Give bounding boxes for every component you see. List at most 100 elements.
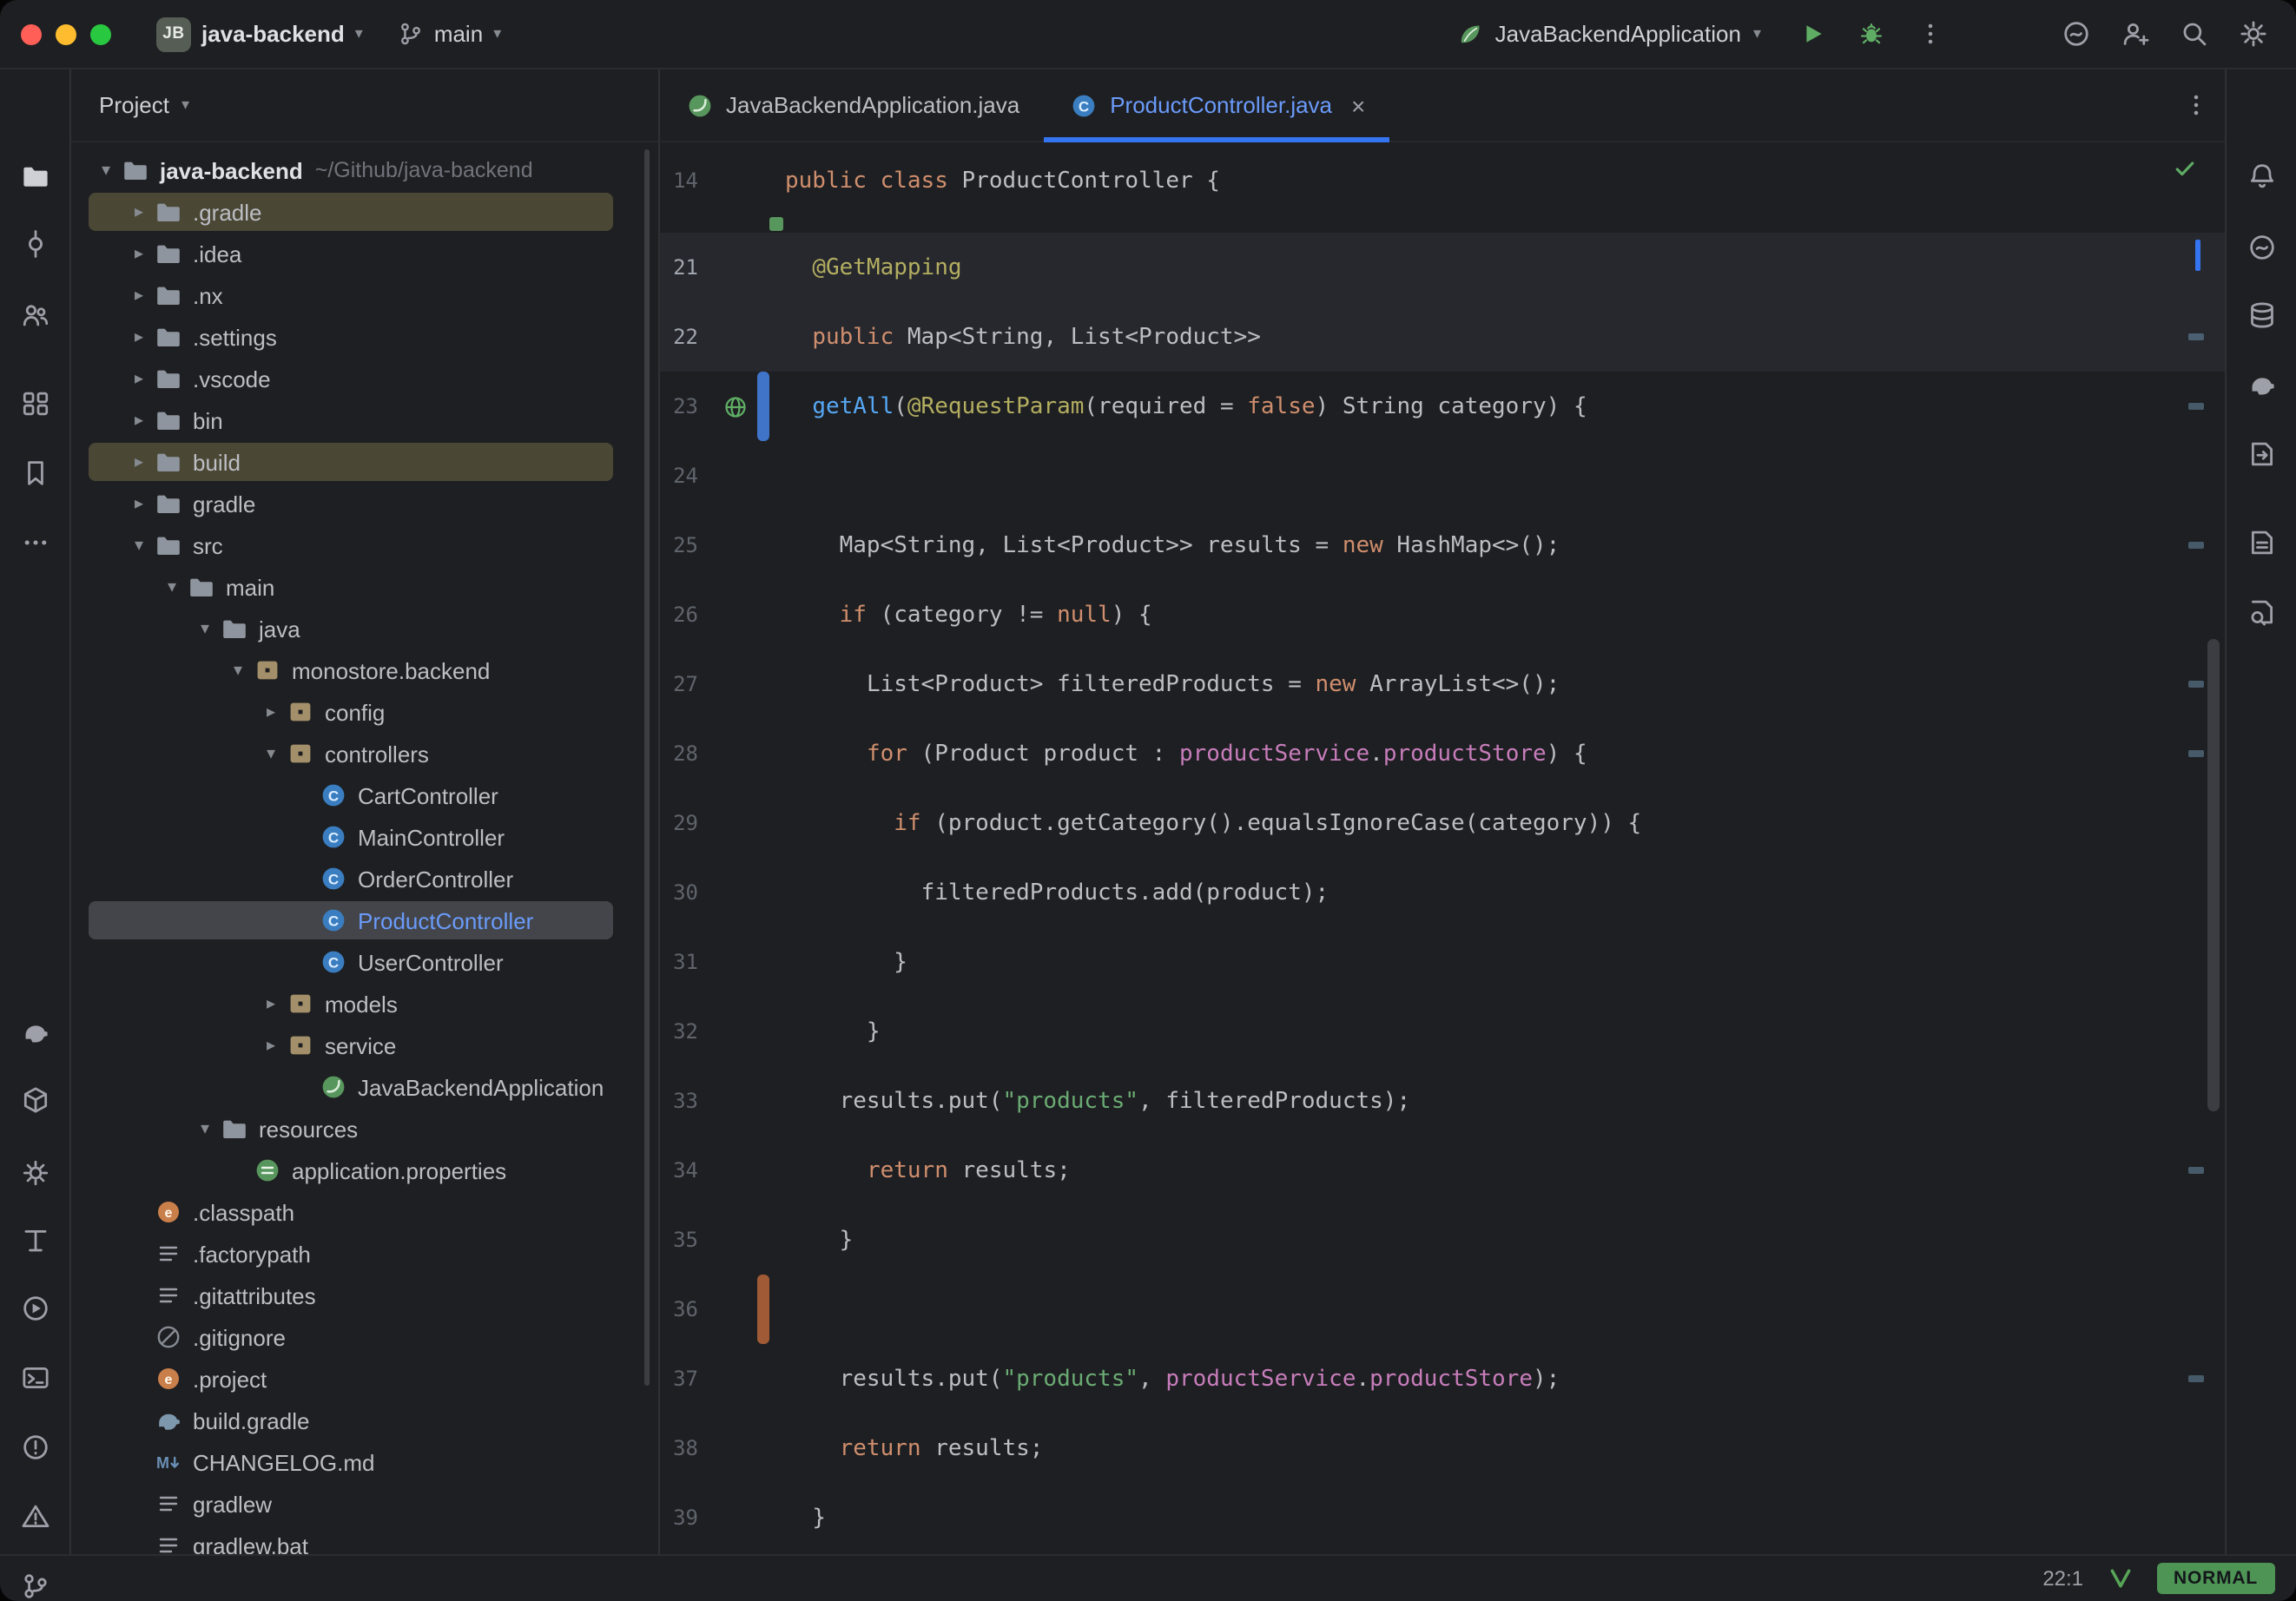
stripe-change-mark[interactable] [2188,403,2204,410]
tree-item-service[interactable]: ▸service [71,1025,658,1066]
tree-item-src[interactable]: ▾src [71,524,658,566]
stripe-change-mark[interactable] [2188,681,2204,688]
chevron-expanded-icon[interactable]: ▾ [191,1119,219,1138]
chevron-collapsed-icon[interactable]: ▸ [125,411,153,430]
tree-item-build[interactable]: ▸build [71,441,658,483]
tree-item-config[interactable]: ▸config [71,691,658,733]
commit-tool-button[interactable] [10,219,59,267]
project-scrollbar[interactable] [644,149,650,1386]
branch-widget[interactable]: main ▾ [398,21,501,47]
tab-productcontroller-java[interactable]: C ProductController.java × [1044,69,1389,141]
chevron-expanded-icon[interactable]: ▾ [92,161,120,180]
tree-item-application-properties[interactable]: application.properties [71,1150,658,1191]
bookmarks-tool-button[interactable] [10,448,59,497]
chevron-collapsed-icon[interactable]: ▸ [257,1036,285,1055]
code-line-30[interactable]: 30 filteredProducts.add(product); [660,858,2225,927]
caret-position[interactable]: 22:1 [2042,1566,2083,1591]
chevron-collapsed-icon[interactable]: ▸ [257,994,285,1013]
tree-item-main[interactable]: ▾main [71,566,658,608]
settings-button[interactable] [2230,11,2275,56]
code-line-34[interactable]: 34 return results; [660,1136,2225,1205]
tree-item-changelog-md[interactable]: MCHANGELOG.md [71,1441,658,1483]
tree-item--idea[interactable]: ▸.idea [71,233,658,274]
notifications-tool-button[interactable] [2237,151,2286,200]
code-line-33[interactable]: 33 results.put("products", filteredProdu… [660,1066,2225,1136]
debug-button[interactable] [1848,11,1893,56]
chevron-expanded-icon[interactable]: ▾ [191,619,219,638]
pull-requests-tool-button[interactable] [10,290,59,339]
tree-item--gitattributes[interactable]: .gitattributes [71,1275,658,1316]
tree-item--classpath[interactable]: e.classpath [71,1191,658,1233]
tree-item--nx[interactable]: ▸.nx [71,274,658,316]
more-tools-button[interactable] [10,517,59,566]
editor[interactable]: 14public class ProductController {21 @Ge… [660,142,2225,1554]
tree-item-java[interactable]: ▾java [71,608,658,649]
tree-item-javabackendapplication[interactable]: JavaBackendApplication [71,1066,658,1108]
tab-options-button[interactable] [2166,69,2225,141]
code-line-29[interactable]: 29 if (product.getCategory().equalsIgnor… [660,788,2225,858]
code-line-39[interactable]: 39 } [660,1483,2225,1552]
ai-assistant-tool-button[interactable] [2237,222,2286,271]
code-with-me-button[interactable] [2112,11,2157,56]
structure-tool-button[interactable] [10,379,59,427]
code-line-36[interactable]: 36 [660,1275,2225,1344]
stripe-change-mark[interactable] [2188,333,2204,340]
documentation-tool-button[interactable] [2237,517,2286,566]
tree-item-productcontroller[interactable]: CProductController [71,899,658,941]
code-line-32[interactable]: 32 } [660,997,2225,1066]
terminal-tool-button[interactable] [10,1353,59,1401]
chevron-collapsed-icon[interactable]: ▸ [257,702,285,721]
tree-item-bin[interactable]: ▸bin [71,399,658,441]
code-line-14[interactable]: 14public class ProductController { [660,146,2225,215]
endpoint-gutter-icon[interactable] [712,393,757,419]
code-line-31[interactable]: 31 } [660,927,2225,997]
tree-item--vscode[interactable]: ▸.vscode [71,358,658,399]
stripe-change-mark[interactable] [2188,1167,2204,1174]
chevron-collapsed-icon[interactable]: ▸ [125,452,153,471]
ai-assistant-button[interactable] [2053,11,2098,56]
project-panel-header[interactable]: Project ▾ [71,69,658,142]
tree-item-gradlew-bat[interactable]: gradlew.bat [71,1525,658,1554]
project-widget[interactable]: JB java-backend ▾ [156,16,363,51]
tree-item-maincontroller[interactable]: CMainController [71,816,658,858]
search-everywhere-button[interactable] [2171,11,2216,56]
services-tool-button[interactable] [10,1148,59,1196]
minimize-window-button[interactable] [56,23,76,44]
code-line-37[interactable]: 37 results.put("products", productServic… [660,1344,2225,1413]
stripe-change-mark[interactable] [2188,750,2204,757]
tree-item--settings[interactable]: ▸.settings [71,316,658,358]
tree-item-build-gradle[interactable]: build.gradle [71,1400,658,1441]
tree-item-controllers[interactable]: ▾controllers [71,733,658,774]
stripe-caret-mark[interactable] [2195,240,2200,271]
chevron-collapsed-icon[interactable]: ▸ [125,369,153,388]
tree-item-gradlew[interactable]: gradlew [71,1483,658,1525]
build-tool-button[interactable] [10,1007,59,1056]
code-line-24[interactable]: 24 [660,441,2225,511]
chevron-expanded-icon[interactable]: ▾ [158,577,186,596]
close-tab-icon[interactable]: × [1351,93,1365,117]
run-tool-button[interactable] [10,1283,59,1332]
ideavim-icon[interactable] [2108,1566,2132,1591]
tree-item--gradle[interactable]: ▸.gradle [71,191,658,233]
tree-item--project[interactable]: e.project [71,1358,658,1400]
database-tool-button[interactable] [2237,290,2286,339]
tree-item-java-backend[interactable]: ▾java-backend~/Github/java-backend [71,149,658,191]
run-button[interactable] [1789,11,1834,56]
project-tool-button[interactable] [10,151,59,200]
chevron-collapsed-icon[interactable]: ▸ [125,494,153,513]
chevron-collapsed-icon[interactable]: ▸ [125,286,153,305]
chevron-collapsed-icon[interactable]: ▸ [125,244,153,263]
tree-item-gradle[interactable]: ▸gradle [71,483,658,524]
tree-item-cartcontroller[interactable]: CCartController [71,774,658,816]
close-window-button[interactable] [21,23,42,44]
version-control-tool-button[interactable] [10,1561,59,1601]
tree-item-resources[interactable]: ▾resources [71,1108,658,1150]
vim-mode-badge[interactable]: NORMAL [2156,1563,2275,1594]
hierarchy-tool-button[interactable] [10,1216,59,1264]
code-line-22[interactable]: 22 public Map<String, List<Product>> [660,302,2225,372]
find-in-files-tool-button[interactable] [2237,587,2286,636]
problems-tool-button[interactable] [10,1422,59,1471]
editor-scrollbar[interactable] [2207,639,2220,1111]
tree-item--factorypath[interactable]: .factorypath [71,1233,658,1275]
tree-item--gitignore[interactable]: .gitignore [71,1316,658,1358]
